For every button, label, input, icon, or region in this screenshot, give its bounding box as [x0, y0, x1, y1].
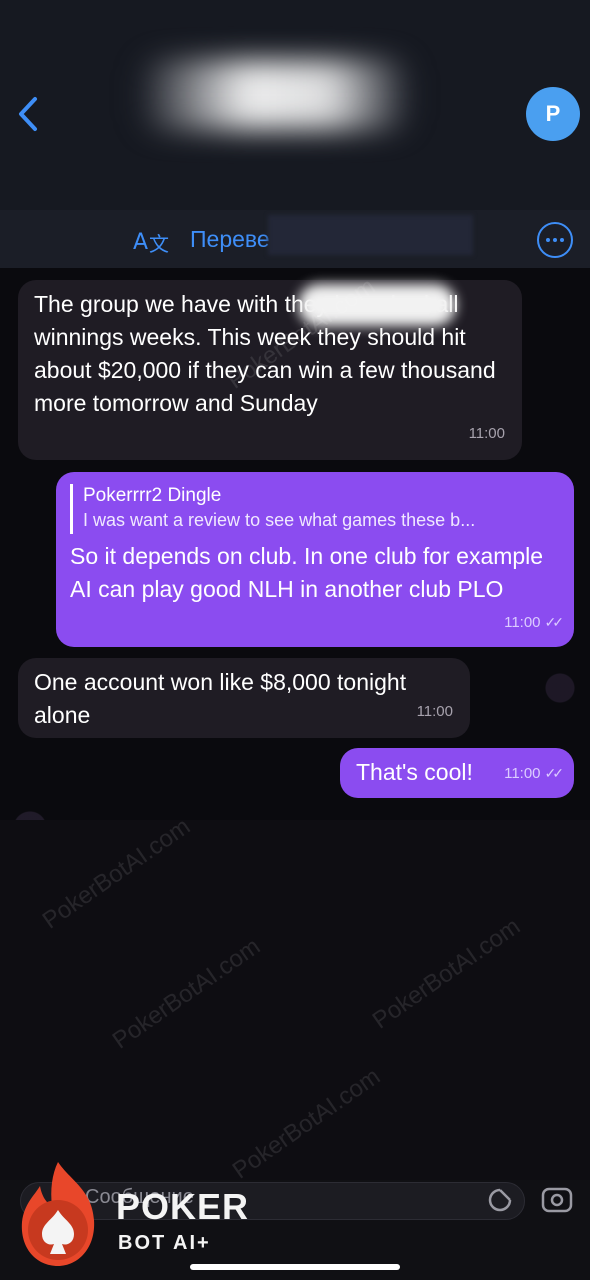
- poker-bot-logo-icon: [21, 1162, 95, 1266]
- incoming-message[interactable]: One account won like $8,000 tonight alon…: [18, 658, 470, 738]
- double-check-icon: ✓✓: [544, 614, 565, 630]
- dot-icon: [553, 238, 557, 242]
- message-time-value: 11:00: [504, 614, 541, 631]
- message-time: 11:00: [468, 425, 505, 442]
- sticker-icon[interactable]: [486, 1186, 514, 1214]
- chevron-left-icon: [19, 97, 37, 131]
- double-check-icon: ✓✓: [544, 765, 565, 781]
- outgoing-message[interactable]: That's cool! 11:00 ✓✓: [340, 748, 574, 798]
- message-time: 11:00 ✓✓: [504, 606, 565, 639]
- avatar[interactable]: P: [526, 87, 580, 141]
- message-time: 11:00: [416, 703, 453, 720]
- home-indicator: [190, 1264, 400, 1270]
- outgoing-message[interactable]: Pokerrrr2 Dingle I was want a review to …: [56, 472, 574, 647]
- redacted-messages-area: [0, 820, 590, 1190]
- translate-label[interactable]: Переве: [190, 226, 270, 253]
- redacted-translate-text: [268, 215, 473, 255]
- message-time: 11:00 ✓✓: [504, 757, 565, 790]
- message-time-value: 11:00: [504, 765, 541, 782]
- reply-quote-box[interactable]: Pokerrrr2 Dingle I was want a review to …: [70, 484, 562, 534]
- svg-text:文: 文: [149, 232, 169, 256]
- message-text: So it depends on club. In one club for e…: [70, 543, 544, 602]
- back-button[interactable]: [8, 92, 48, 136]
- brand-line1: POKER: [116, 1186, 250, 1227]
- brand-line2: BOT AI+: [118, 1232, 211, 1254]
- redacted-contact-name: [140, 60, 410, 130]
- microphone-icon[interactable]: [540, 1186, 574, 1214]
- avatar-letter: P: [545, 101, 561, 126]
- svg-text:A: A: [133, 230, 148, 255]
- dot-icon: [560, 238, 564, 242]
- more-options-button[interactable]: [537, 222, 573, 258]
- reply-quote-text: I was want a review to see what games th…: [83, 510, 476, 530]
- message-text: One account won like $8,000 tonight alon…: [34, 669, 407, 728]
- translate-icon[interactable]: A 文: [133, 224, 173, 256]
- reply-author: Pokerrrr2 Dingle: [83, 485, 222, 506]
- redacted-name: [298, 284, 456, 326]
- dot-icon: [546, 238, 550, 242]
